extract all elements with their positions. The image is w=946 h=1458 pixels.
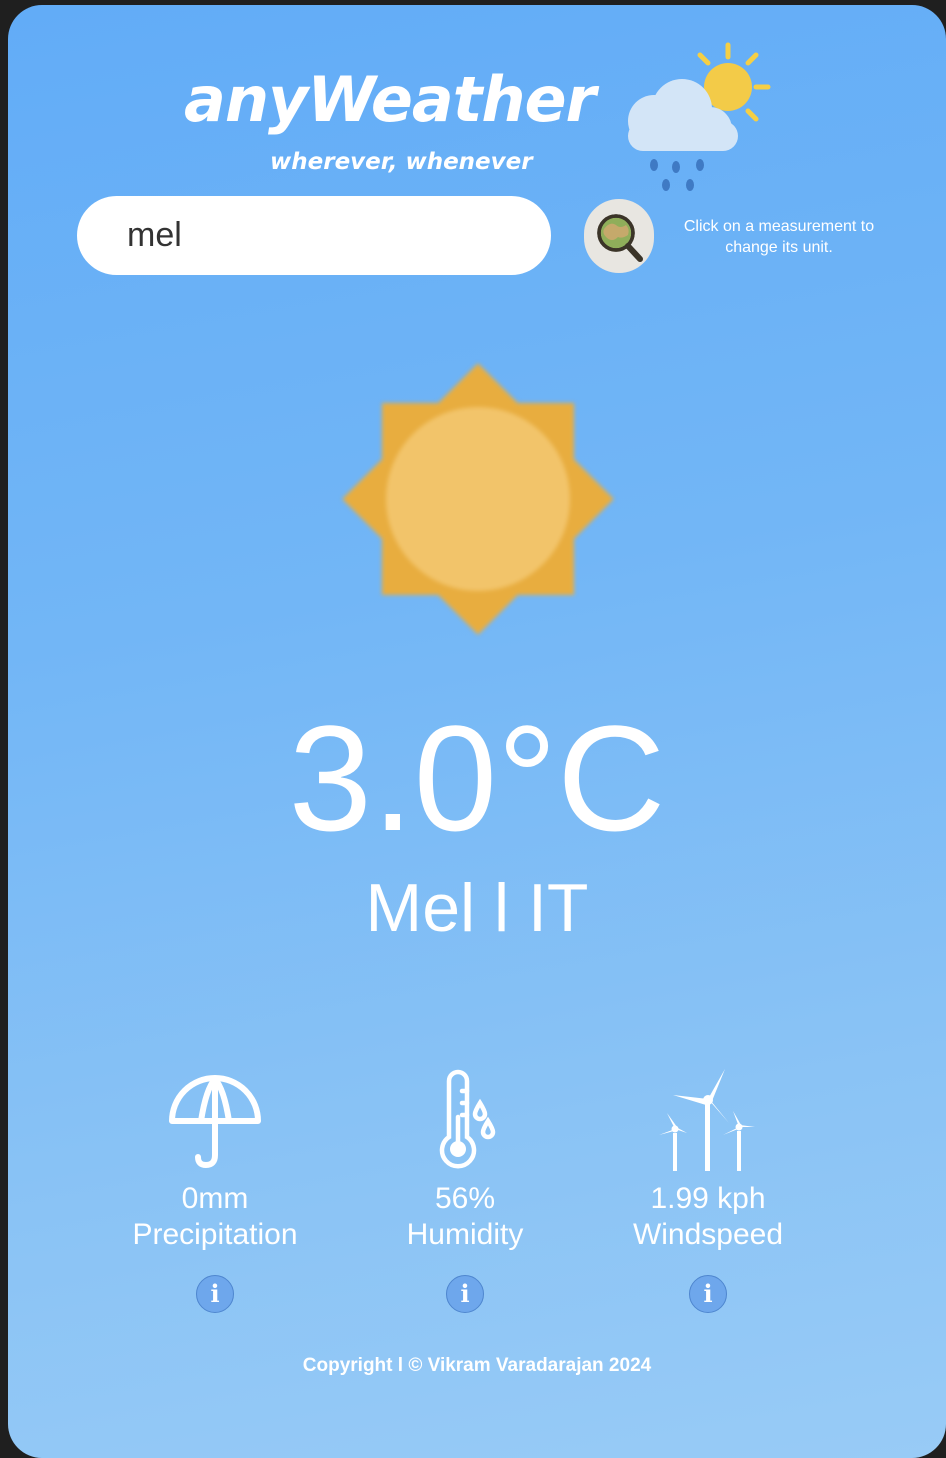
footer-copyright: Copyright l © Vikram Varadarajan 2024 [302,1355,652,1376]
humidity-label: Humidity [406,1218,524,1251]
logo-title: anyWeather [184,63,596,136]
unit-hint: Click on a measurement to change its uni… [683,218,875,256]
globe-magnifier-icon [597,214,643,262]
search-input[interactable] [77,196,551,275]
humidity-info-button[interactable]: i [446,1275,484,1313]
humidity-value[interactable]: 56% [355,1181,575,1217]
sun-cloud-rain-icon [628,42,771,191]
info-icon: i [460,1279,470,1308]
stat-precipitation: 0mm Precipitation i [105,1065,325,1313]
precipitation-info-button[interactable]: i [196,1275,234,1313]
precipitation-label: Precipitation [132,1218,298,1251]
windspeed-label: Windspeed [632,1218,784,1251]
info-icon: i [210,1279,220,1308]
temperature[interactable]: 3.0°C [8,693,946,863]
windspeed-value[interactable]: 1.99 kph [598,1181,818,1217]
info-icon: i [703,1279,713,1308]
wind-turbines-icon [659,1069,755,1171]
location-label: Mel l IT [365,870,589,946]
windspeed-info-button[interactable]: i [689,1275,727,1313]
stat-humidity: 56% Humidity i [355,1065,575,1313]
umbrella-icon [169,1075,261,1168]
app-card: anyWeather wherever, whenever mel Click … [8,5,946,1458]
sun-icon [342,363,614,635]
precipitation-value[interactable]: 0mm [105,1181,325,1217]
logo-tagline: wherever, whenever [270,149,533,175]
logo: anyWeather wherever, whenever [184,42,784,191]
stat-windspeed: 1.99 kph Windspeed i [598,1065,818,1313]
search-button[interactable] [584,199,654,273]
thermometer-droplets-icon [439,1069,496,1169]
